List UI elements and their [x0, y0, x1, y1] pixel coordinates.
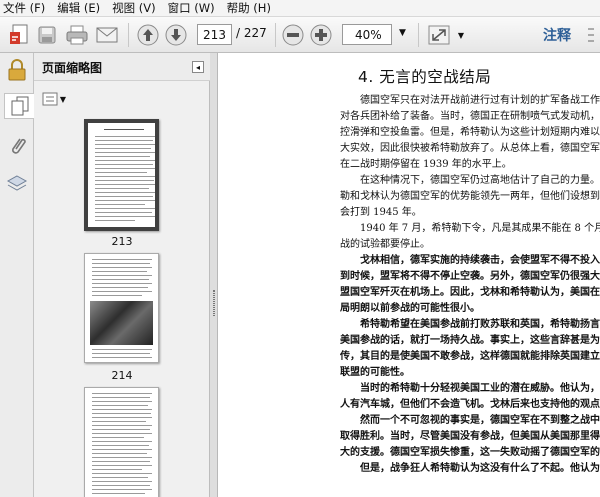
toolbar-divider — [128, 23, 129, 47]
previous-page-button[interactable] — [136, 23, 160, 47]
thumbnail-photo — [90, 301, 153, 345]
paragraph-line: 戈林相信，德军实施的持续袭击，会使盟军不得不投入重大的损失， — [360, 255, 600, 266]
chevron-down-icon: ▼ — [59, 94, 66, 104]
zoom-in-button[interactable] — [309, 23, 333, 47]
paragraph-line: 德国空军只在对法开战前进行过有计划的扩军备战工作，并 — [360, 95, 600, 106]
chapter-title: 4. 无言的空战结局 — [358, 68, 492, 86]
paragraph-line: 战的试验都要停止。 — [340, 239, 430, 250]
save-icon — [38, 26, 56, 44]
create-pdf-icon — [10, 24, 28, 44]
splitter-grip[interactable] — [213, 290, 215, 316]
chevron-down-icon: ▼ — [457, 30, 465, 40]
zoom-dropdown-icon[interactable]: ▼ — [399, 28, 406, 38]
menu-bar: 文件 (F) 编辑 (E) 视图 (V) 窗口 (W) 帮助 (H) — [0, 0, 600, 17]
toolbar: 213 / 227 40% ▼ ▼ 注释 — [0, 17, 600, 53]
panel-header: 页面缩略图 ◂ — [34, 53, 210, 81]
security-button[interactable] — [4, 57, 30, 83]
expand-icon — [428, 25, 450, 45]
print-button[interactable] — [64, 23, 90, 47]
menu-view[interactable]: 视图 (V) — [112, 0, 156, 16]
list-options-icon — [42, 92, 58, 106]
create-pdf-button[interactable] — [6, 23, 32, 47]
arrow-down-icon — [165, 24, 187, 46]
paragraph-line: 勒和戈林认为德国空军的优势能领先一两年，但他们设想到战争 — [340, 191, 600, 202]
menu-file[interactable]: 文件 (F) — [3, 0, 45, 16]
page-total: / 227 — [236, 26, 267, 40]
thumbnail-options-button[interactable]: ▼ — [42, 91, 66, 107]
thumbnails-panel: 页面缩略图 ◂ ▼ 213 214 — [34, 53, 210, 497]
navigation-rail — [0, 53, 34, 497]
menu-help[interactable]: 帮助 (H) — [227, 0, 271, 16]
paperclip-icon — [12, 138, 26, 154]
next-page-button[interactable] — [164, 23, 188, 47]
toolbar-divider — [418, 23, 419, 47]
document-body: 德国空军只在对法开战前进行过有计划的扩军备战工作，并对各兵团补给了装备。当时，德… — [340, 93, 600, 477]
paragraph-line: 在这种情况下，德国空军仍过高地估计了自己的力量。希特 — [360, 175, 600, 186]
paragraph-line: 然而一个不可忽视的事实是，德国空军在不到整之战中没有 — [360, 415, 600, 426]
menu-window[interactable]: 窗口 (W) — [168, 0, 215, 16]
document-view: 4. 无言的空战结局 德国空军只在对法开战前进行过有计划的扩军备战工作，并对各兵… — [218, 53, 600, 497]
page-thumbnails-tab[interactable] — [4, 93, 34, 119]
thumbnail-page-213[interactable] — [84, 119, 159, 231]
paragraph-line: 取得胜利。当时，尽管美国没有参战，但美国从美国那里得到了强 — [340, 431, 600, 442]
save-button[interactable] — [36, 23, 58, 47]
paragraph-line: 到时候，盟军将不得不停止空袭。另外，德国空军仍很强大，能把 — [340, 271, 600, 282]
menu-edit[interactable]: 编辑 (E) — [57, 0, 100, 16]
paragraph-line: 联盟的可能性。 — [340, 367, 410, 378]
paragraph-line: 会打到 1945 年。 — [340, 207, 422, 218]
attachments-tab[interactable] — [4, 133, 30, 159]
paragraph-line: 传，其目的是使美国不敢参战，这样德国就能排除英国建立强大的 — [340, 351, 600, 362]
paragraph-line: 大实效，因此很快被希特勒放弃了。从总体上看，德国空军的装备 — [340, 143, 600, 154]
thumbnail-label: 214 — [111, 369, 133, 382]
fullscreen-button[interactable] — [426, 23, 452, 47]
page-number-input[interactable]: 213 — [197, 24, 232, 45]
paragraph-line: 局明朗以前参战的可能性很小。 — [340, 303, 480, 314]
layers-tab[interactable] — [4, 171, 30, 197]
paragraph-line: 控滑弹和空投鱼雷。但是，希特勒认为这些计划短期内难以产生很 — [340, 127, 600, 138]
paragraph-line: 人有汽车城，但他们不会造飞机。戈林后来也支持他的观点。 — [340, 399, 600, 410]
lock-icon — [8, 59, 26, 81]
overflow-icon — [588, 28, 594, 42]
thumbnail-list: 213 214 — [34, 115, 210, 497]
toolbar-overflow-button[interactable] — [584, 23, 598, 47]
layers-icon — [6, 175, 28, 191]
paragraph-line: 在二战时期停留在 1939 年的水平上。 — [340, 159, 512, 170]
print-icon — [66, 25, 88, 45]
toolbar-divider — [275, 23, 276, 47]
paragraph-line: 但是，战争狂人希特勒认为这没有什么了不起。他认为通过 — [360, 463, 600, 474]
panel-title: 页面缩略图 — [42, 61, 103, 75]
paragraph-line: 美国参战的话，就打一场持久战。事实上，这些言辞甚是为了宣 — [340, 335, 600, 346]
paragraph-line: 当时的希特勒十分轻视美国工业的潜在威胁。他认为，美国 — [360, 383, 600, 394]
paragraph-line: 大的支援。德国空军损失惨重，这一失败动摇了德国空军的优势。 — [340, 447, 600, 458]
panel-close-button[interactable]: ◂ — [192, 61, 204, 73]
thumbnail-page-214[interactable] — [84, 253, 159, 363]
paragraph-line: 希特勒希望在美国参战前打败苏联和英国，希特勒扬言，如果 — [360, 319, 600, 330]
minus-icon — [282, 24, 304, 46]
plus-icon — [310, 24, 332, 46]
paragraph-line: 对各兵团补给了装备。当时，德国正在研制喷气式发动机，以及可 — [340, 111, 600, 122]
comment-button[interactable]: 注释 — [543, 25, 571, 45]
arrow-up-icon — [137, 24, 159, 46]
pages-icon — [11, 96, 28, 116]
paragraph-line: 盟国空军歼灭在机场上。因此，戈林和希特勒认为，美国在战争结 — [340, 287, 600, 298]
panel-splitter[interactable] — [210, 53, 218, 497]
zoom-out-button[interactable] — [281, 23, 305, 47]
email-button[interactable] — [94, 23, 120, 47]
paragraph-line: 1940 年 7 月，希特勒下令，凡是其成果不能在 8 个月内用于作 — [360, 223, 600, 234]
thumbnail-label: 213 — [111, 235, 133, 248]
mail-icon — [96, 27, 118, 43]
view-options-dropdown[interactable]: ▼ — [454, 23, 466, 47]
thumbnail-page-215[interactable] — [84, 387, 159, 497]
zoom-level-input[interactable]: 40% — [342, 24, 392, 45]
